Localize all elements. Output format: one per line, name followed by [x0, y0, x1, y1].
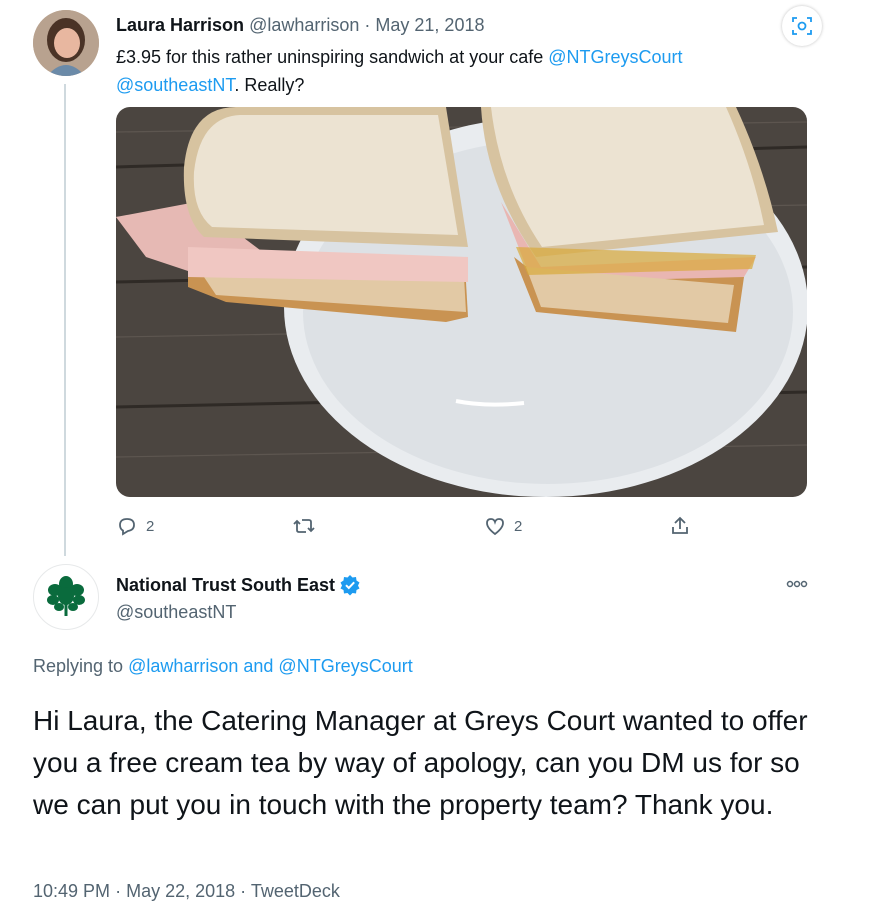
author-name-national-trust[interactable]: National Trust South East [116, 574, 361, 596]
tweet1-text: £3.95 for this rather uninspiring sandwi… [116, 43, 776, 99]
replying-label: Replying to [33, 656, 129, 676]
reply-icon [119, 518, 135, 536]
mention-link[interactable]: @lawharrison [128, 656, 238, 676]
tweet2-text: Hi Laura, the Catering Manager at Greys … [33, 705, 808, 820]
avatar-national-trust[interactable] [33, 564, 99, 630]
media-icon[interactable] [782, 6, 822, 46]
mention-link[interactable]: @southeastNT [116, 75, 234, 95]
tweet1-header: Laura Harrison @lawharrison · May 21, 20… [116, 15, 484, 36]
share-icon [672, 516, 688, 534]
thread-line [64, 84, 66, 556]
replying-to: Replying to @lawharrison and @NTGreysCou… [33, 656, 413, 677]
author-name[interactable]: National Trust South East [116, 575, 335, 596]
mention-link[interactable]: @NTGreysCourt [548, 47, 682, 67]
retweet-button[interactable] [292, 513, 316, 539]
verified-icon [340, 575, 360, 596]
retweet-icon [293, 519, 315, 533]
mention-link[interactable]: @NTGreysCourt [278, 656, 412, 676]
tweet-date[interactable]: May 22, 2018 [126, 881, 235, 901]
tweet-source[interactable]: TweetDeck [251, 881, 340, 901]
author-handle[interactable]: @lawharrison [249, 15, 359, 35]
reply-count: 2 [146, 517, 155, 535]
tweet-photo[interactable] [116, 107, 807, 497]
share-button[interactable] [669, 513, 691, 539]
reply-button[interactable]: 2 [116, 513, 154, 539]
tweet-time[interactable]: 10:49 PM [33, 881, 110, 901]
author-handle[interactable]: @southeastNT [116, 602, 236, 623]
tweet-text: £3.95 for this rather uninspiring sandwi… [116, 47, 549, 67]
oak-leaf-logo-icon [47, 576, 85, 616]
more-icon[interactable] [783, 574, 811, 594]
replying-and: and [238, 656, 279, 676]
avatar-laura-harrison[interactable] [33, 10, 99, 76]
separator: · [364, 15, 371, 35]
tweet2-meta: 10:49 PM · May 22, 2018 · TweetDeck [33, 881, 340, 902]
like-count: 2 [514, 517, 523, 535]
tweet-text: . Really? [234, 75, 305, 95]
author-name[interactable]: Laura Harrison [116, 15, 244, 35]
separator: · [115, 881, 122, 901]
like-button[interactable]: 2 [484, 513, 522, 539]
separator: · [240, 881, 247, 901]
tweet-date[interactable]: May 21, 2018 [375, 15, 484, 35]
like-icon [486, 518, 504, 536]
